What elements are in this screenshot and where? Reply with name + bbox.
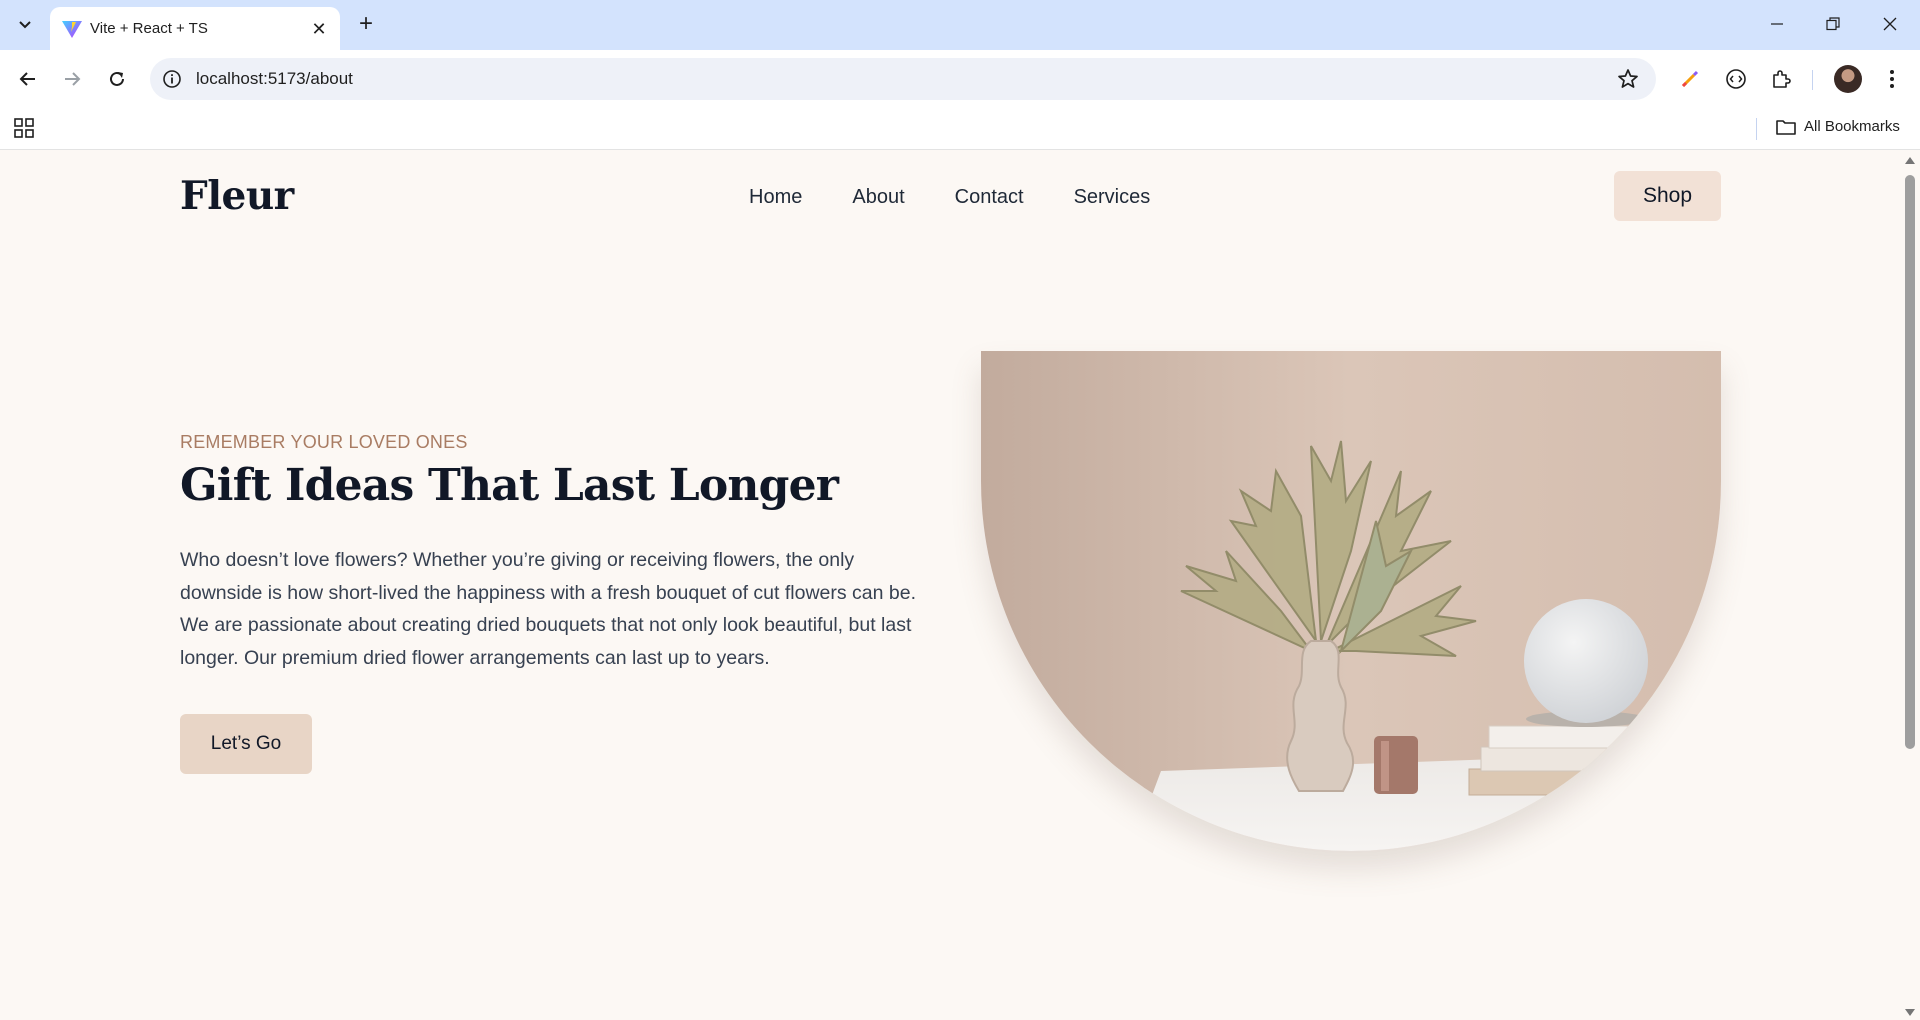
- page-scrollbar[interactable]: [1900, 151, 1920, 1020]
- back-button[interactable]: [12, 63, 44, 95]
- bookmark-star-icon[interactable]: [1616, 67, 1640, 91]
- nav-link-services[interactable]: Services: [1074, 186, 1151, 209]
- hero-image: [981, 351, 1721, 851]
- hero-title: Gift Ideas That Last Longer: [180, 460, 839, 511]
- more-vertical-icon: [1890, 70, 1894, 88]
- all-bookmarks-label: All Bookmarks: [1804, 118, 1900, 135]
- extension-button[interactable]: [1722, 65, 1750, 93]
- address-bar[interactable]: localhost:5173/about: [150, 58, 1656, 100]
- reload-icon: [110, 71, 124, 86]
- arrow-left-icon: [19, 72, 35, 86]
- close-window-button[interactable]: [1870, 8, 1910, 40]
- extensions-menu-button[interactable]: [1767, 65, 1795, 93]
- forward-button[interactable]: [56, 63, 88, 95]
- nav-link-contact[interactable]: Contact: [955, 186, 1024, 209]
- hero-eyebrow: REMEMBER YOUR LOVED ONES: [180, 432, 468, 452]
- puzzle-icon: [1773, 70, 1791, 88]
- bookmarks-divider: [1756, 118, 1757, 140]
- tab-close-icon[interactable]: ✕: [308, 18, 330, 40]
- minimize-icon: [1771, 23, 1783, 25]
- tab-title: Vite + React + TS: [90, 20, 208, 37]
- all-bookmarks-button[interactable]: All Bookmarks: [1776, 118, 1900, 135]
- apps-grid-icon[interactable]: [14, 118, 34, 138]
- site-info-icon[interactable]: [162, 69, 182, 89]
- url-text[interactable]: localhost:5173/about: [196, 69, 353, 89]
- color-pen-icon: [1681, 70, 1699, 88]
- minimize-button[interactable]: [1757, 8, 1797, 40]
- scroll-up-arrow-icon[interactable]: [1905, 157, 1915, 164]
- shop-button[interactable]: Shop: [1614, 171, 1721, 221]
- vite-logo-icon: [62, 21, 82, 38]
- nav-link-home[interactable]: Home: [749, 186, 802, 209]
- profile-avatar[interactable]: [1834, 65, 1862, 93]
- nav-link-about[interactable]: About: [852, 186, 904, 209]
- new-tab-button[interactable]: +: [352, 10, 380, 38]
- toolbar-divider: [1812, 70, 1813, 90]
- browser-menu-button[interactable]: [1878, 65, 1906, 93]
- browser-tab-active[interactable]: Vite + React + TS ✕: [50, 7, 340, 50]
- lets-go-button[interactable]: Let’s Go: [180, 714, 312, 774]
- chevron-down-icon: [19, 21, 31, 29]
- code-circle-icon: [1726, 69, 1746, 89]
- arrow-right-icon: [65, 72, 81, 86]
- hero-body: Who doesn’t love flowers? Whether you’re…: [180, 549, 917, 669]
- tab-search-button[interactable]: [10, 10, 40, 40]
- main-nav: Home About Contact Services: [749, 186, 1150, 209]
- extension-pen-button[interactable]: [1676, 65, 1704, 93]
- close-icon: [1883, 17, 1897, 31]
- folder-icon: [1776, 119, 1796, 135]
- browser-toolbar: localhost:5173/about: [0, 50, 1920, 108]
- restore-icon: [1826, 17, 1840, 31]
- page-content: Fleur Home About Contact Services Shop R…: [0, 151, 1900, 1020]
- reload-button[interactable]: [101, 63, 133, 95]
- restore-button[interactable]: [1813, 8, 1853, 40]
- scroll-thumb[interactable]: [1905, 175, 1915, 749]
- bookmarks-bar: All Bookmarks: [0, 108, 1920, 150]
- browser-tabbar: Vite + React + TS ✕ +: [0, 0, 1920, 50]
- site-logo[interactable]: Fleur: [180, 173, 294, 219]
- dried-flowers-vase-illustration: [981, 351, 1721, 851]
- scroll-down-arrow-icon[interactable]: [1905, 1009, 1915, 1016]
